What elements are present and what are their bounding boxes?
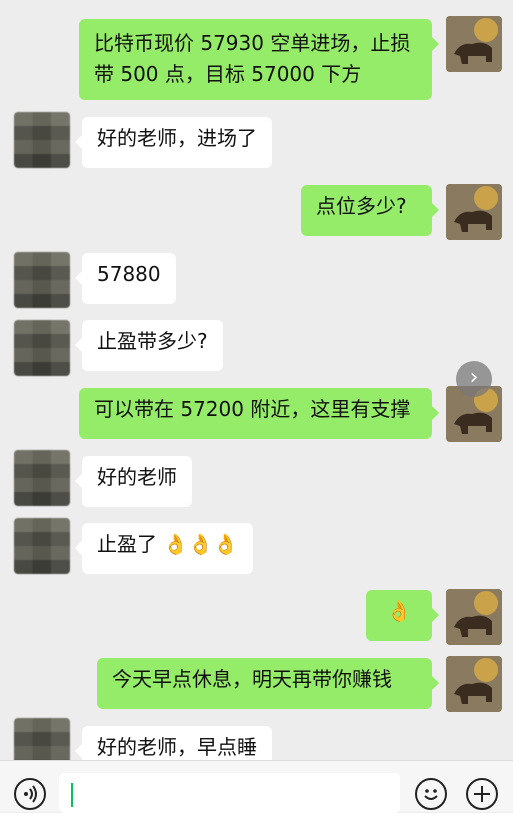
message-text: 止盈带多少?: [97, 329, 208, 353]
chevron-right-icon[interactable]: ›: [456, 361, 492, 397]
avatar-self[interactable]: [446, 184, 502, 240]
message-bubble-received[interactable]: 好的老师，进场了: [75, 117, 272, 168]
message-text: 57880: [97, 262, 161, 286]
avatar-self[interactable]: [446, 589, 502, 645]
message-bubble-received[interactable]: 好的老师: [75, 456, 192, 507]
emoji-icon[interactable]: [415, 778, 447, 810]
message-bubble-sent[interactable]: 可以带在 57200 附近，这里有支撑: [79, 388, 439, 439]
message-bubble-sent[interactable]: 点位多少?: [301, 185, 439, 236]
message-text: 点位多少?: [316, 194, 407, 218]
input-bar: [0, 760, 513, 813]
plus-icon[interactable]: [466, 778, 498, 810]
voice-icon[interactable]: [14, 778, 46, 810]
message-bubble-received[interactable]: 57880: [75, 253, 176, 304]
message-line: 比特币现价 57930 空单进场，止损: [94, 31, 411, 55]
message-bubble-sent[interactable]: 👌: [366, 590, 439, 641]
avatar-contact[interactable]: [14, 112, 70, 168]
ok-hand-emoji: 👌: [386, 599, 412, 623]
message-line: 带 500 点，目标 57000 下方: [94, 62, 362, 86]
message-text: 好的老师，早点睡: [97, 735, 257, 759]
ok-hand-emoji: 👌👌👌: [163, 532, 239, 556]
message-text: 止盈了: [97, 532, 157, 556]
message-bubble-sent[interactable]: 今天早点休息，明天再带你赚钱: [97, 658, 439, 709]
chat-area[interactable]: 比特币现价 57930 空单进场，止损 带 500 点，目标 57000 下方 …: [0, 0, 513, 760]
avatar-self[interactable]: [446, 16, 502, 72]
avatar-self[interactable]: [446, 656, 502, 712]
message-bubble-received[interactable]: 止盈带多少?: [75, 320, 223, 371]
message-input[interactable]: [59, 773, 400, 813]
avatar-contact[interactable]: [14, 718, 70, 760]
avatar-contact[interactable]: [14, 450, 70, 506]
text-caret: [71, 783, 73, 807]
message-bubble-sent[interactable]: 比特币现价 57930 空单进场，止损 带 500 点，目标 57000 下方: [79, 19, 439, 100]
message-bubble-received[interactable]: 止盈了 👌👌👌: [74, 523, 254, 574]
message-bubble-received[interactable]: 好的老师，早点睡: [75, 726, 272, 760]
avatar-contact[interactable]: [14, 320, 70, 376]
avatar-contact[interactable]: [14, 518, 70, 574]
message-text: 可以带在 57200 附近，这里有支撑: [94, 397, 411, 421]
avatar-contact[interactable]: [14, 252, 70, 308]
message-text: 今天早点休息，明天再带你赚钱: [112, 667, 392, 691]
message-text: 好的老师: [97, 465, 177, 489]
message-text: 好的老师，进场了: [97, 126, 257, 150]
